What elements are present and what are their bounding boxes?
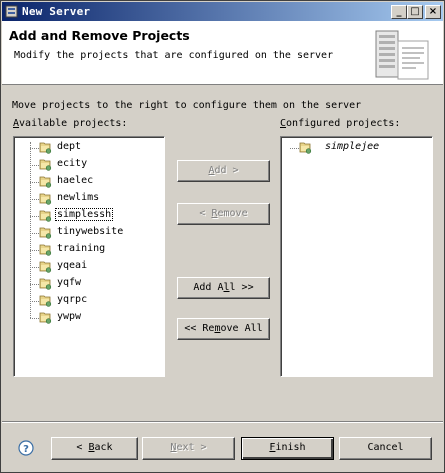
available-project-label: dept [57,141,82,152]
title-bar[interactable]: New Server _ □ × [2,2,443,21]
back-button[interactable]: < Back [51,437,138,460]
project-icon [38,276,52,291]
project-icon [38,208,52,223]
instruction-text: Move projects to the right to configure … [12,100,362,111]
available-project-label: newlims [57,192,100,203]
available-project-item[interactable]: yqeai [14,259,164,275]
available-project-item[interactable]: simplessh [14,208,164,224]
available-project-label: ecity [57,158,88,169]
available-project-label: tinywebsite [57,226,124,237]
configured-projects-label: Configured projects: [280,118,401,129]
project-icon [38,259,52,274]
project-icon [38,191,52,206]
available-project-label: yqrpc [57,294,88,305]
project-icon [38,140,52,155]
server-document-icon [375,30,429,80]
remove-button[interactable]: < Remove [177,203,270,225]
finish-button[interactable]: Finish [241,437,334,460]
minimize-button[interactable]: _ [391,5,407,19]
configured-projects-list[interactable]: simplejee [280,136,433,377]
project-icon [298,140,312,155]
page-description: Modify the projects that are configured … [14,50,334,61]
available-project-item[interactable]: dept [14,140,164,156]
project-icon [38,293,52,308]
add-button[interactable]: Add > [177,160,270,182]
project-icon [38,157,52,172]
page-title: Add and Remove Projects [9,28,190,43]
available-project-label: training [57,243,106,254]
available-projects-label: Available projects: [13,118,128,129]
project-icon [38,225,52,240]
available-project-label: ywpw [57,311,82,322]
project-icon [38,242,52,257]
configured-project-item[interactable]: simplejee [281,140,432,156]
help-icon[interactable]: ? [18,440,34,456]
project-icon [38,310,52,325]
next-button[interactable]: Next > [142,437,235,460]
available-project-label: haelec [57,175,94,186]
available-project-item[interactable]: ywpw [14,310,164,326]
project-icon [38,174,52,189]
configured-project-label: simplejee [325,141,380,152]
available-projects-list[interactable]: dept ecity haelec newlims simplessh tinywebsi… [13,136,165,377]
available-project-item[interactable]: yqfw [14,276,164,292]
remove-all-button[interactable]: << Remove All [177,318,270,340]
footer-separator [2,421,443,423]
app-icon [5,5,18,18]
available-project-label: yqeai [57,260,88,271]
add-all-button[interactable]: Add All >> [177,277,270,299]
available-project-item[interactable]: yqrpc [14,293,164,309]
available-project-label: yqfw [57,277,82,288]
available-project-item[interactable]: ecity [14,157,164,173]
available-project-item[interactable]: haelec [14,174,164,190]
available-project-label: simplessh [54,208,114,221]
maximize-button[interactable]: □ [407,5,423,19]
available-project-item[interactable]: training [14,242,164,258]
wizard-header: Add and Remove Projects Modify the proje… [2,21,443,85]
cancel-button[interactable]: Cancel [339,437,432,460]
new-server-dialog: New Server _ □ × Add and Remove Projects… [0,0,445,473]
window-title: New Server [22,5,91,18]
available-project-item[interactable]: newlims [14,191,164,207]
close-button[interactable]: × [425,5,441,19]
available-project-item[interactable]: tinywebsite [14,225,164,241]
svg-text:?: ? [23,444,29,455]
